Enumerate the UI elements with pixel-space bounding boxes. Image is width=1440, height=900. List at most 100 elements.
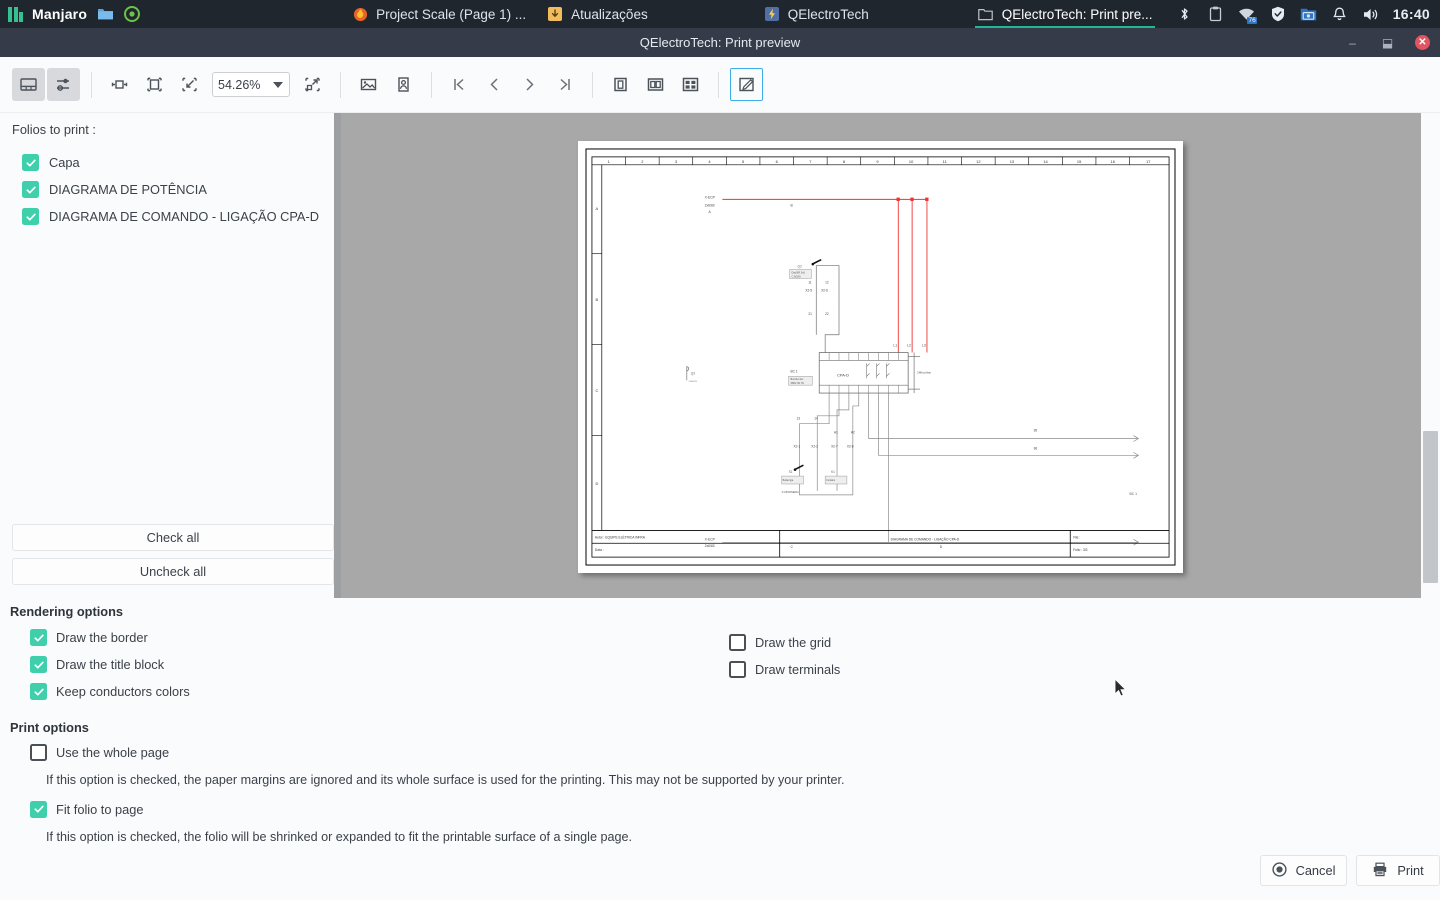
- taskbar-clock: 16:40: [1393, 6, 1430, 22]
- page-setup-icon[interactable]: [12, 68, 45, 101]
- svg-text:X2-7: X2-7: [831, 444, 838, 448]
- toolbar-group-setup: [12, 68, 80, 101]
- last-page-icon[interactable]: [548, 68, 581, 101]
- zoom-level-combobox[interactable]: 54.26%: [212, 72, 290, 97]
- svg-text:D: D: [940, 545, 943, 549]
- draw-terminals-checkbox[interactable]: [729, 661, 746, 678]
- volume-icon[interactable]: [1362, 5, 1380, 23]
- folio-item-capa[interactable]: Capa: [12, 149, 329, 176]
- task-firefox[interactable]: Project Scale (Page 1) ...: [341, 0, 536, 28]
- os-taskbar: Manjaro Project Scale (Page 1) ... Atual…: [0, 0, 1440, 28]
- first-page-icon[interactable]: [443, 68, 476, 101]
- window-controls: – ⬓ ✕: [1345, 35, 1430, 50]
- preview-scrollbar-track[interactable]: [1421, 113, 1440, 598]
- folio-checkbox[interactable]: [22, 154, 39, 171]
- svg-text:13: 13: [797, 417, 801, 421]
- svg-text:Contator: Contator: [826, 479, 835, 482]
- landscape-icon[interactable]: [352, 68, 385, 101]
- svg-text:K1: K1: [831, 470, 835, 474]
- keep-conductors-colors-checkbox[interactable]: [30, 683, 47, 700]
- task-label: Atualizações: [571, 7, 648, 22]
- fit-folio-checkbox[interactable]: [30, 801, 47, 818]
- task-qelectrotech[interactable]: QElectroTech: [753, 0, 879, 28]
- folio-item-comando[interactable]: DIAGRAMA DE COMANDO - LIGAÇÃO CPA-D: [12, 203, 329, 230]
- folio-checkbox[interactable]: [22, 181, 39, 198]
- maximize-button[interactable]: ⬓: [1380, 35, 1395, 50]
- cancel-button[interactable]: Cancel: [1260, 855, 1347, 886]
- cancel-label: Cancel: [1296, 863, 1336, 878]
- chevron-down-icon: [273, 82, 283, 88]
- task-updates[interactable]: Atualizações: [536, 0, 658, 28]
- facing-pages-icon[interactable]: [639, 68, 672, 101]
- minimize-button[interactable]: –: [1345, 35, 1360, 50]
- svg-text:A: A: [709, 210, 712, 214]
- use-whole-page-checkbox[interactable]: [30, 744, 47, 761]
- svg-text:C 6/10A: C 6/10A: [792, 274, 802, 278]
- shield-icon[interactable]: [1269, 5, 1287, 23]
- files-icon[interactable]: [96, 5, 114, 23]
- clipboard-icon[interactable]: [1207, 5, 1225, 23]
- folios-panel-scrollbar[interactable]: [334, 113, 341, 598]
- qet-icon: [763, 5, 781, 23]
- bell-icon[interactable]: [1331, 5, 1349, 23]
- next-page-icon[interactable]: [513, 68, 546, 101]
- folio-item-potencia[interactable]: DIAGRAMA DE POTÊNCIA: [12, 176, 329, 203]
- single-page-icon[interactable]: [604, 68, 637, 101]
- toolbar-separator: [718, 72, 719, 98]
- option-draw-terminals[interactable]: Draw terminals: [699, 656, 840, 683]
- svg-text:C: C: [595, 388, 598, 393]
- uncheck-all-button[interactable]: Uncheck all: [12, 558, 334, 585]
- title-block-date: Data :: [595, 548, 604, 552]
- svg-text:D: D: [595, 481, 598, 486]
- svg-text:2x6/60: 2x6/60: [705, 203, 715, 207]
- svg-text:B: B: [791, 203, 794, 207]
- option-label: Fit folio to page: [56, 802, 144, 817]
- option-fit-folio-to-page[interactable]: Fit folio to page: [0, 796, 1440, 823]
- svg-text:11: 11: [808, 280, 812, 284]
- screenshot-icon[interactable]: [1300, 5, 1318, 23]
- print-button[interactable]: Print: [1356, 855, 1440, 886]
- bluetooth-icon[interactable]: [1176, 5, 1194, 23]
- folios-panel: Folios to print : Capa DIAGRAMA DE POTÊN…: [0, 113, 341, 598]
- svg-text:CPA-D: CPA-D: [837, 372, 849, 377]
- draw-title-block-checkbox[interactable]: [30, 656, 47, 673]
- task-label: QElectroTech: [788, 7, 869, 22]
- portrait-icon[interactable]: [387, 68, 420, 101]
- schematic-drawing: 123 456 789 101112 131415 1617 ABCD: [584, 147, 1177, 567]
- svg-text:6: 6: [776, 159, 779, 164]
- draw-grid-checkbox[interactable]: [729, 634, 746, 651]
- toolbar-separator: [592, 72, 593, 98]
- svg-text:S1: S1: [789, 470, 793, 474]
- svg-text:C: C: [791, 545, 794, 549]
- draw-border-checkbox[interactable]: [30, 629, 47, 646]
- option-draw-grid[interactable]: Draw the grid: [699, 629, 831, 656]
- taskbar-tasks: Project Scale (Page 1) ... Atualizações …: [341, 0, 1176, 28]
- previous-page-icon[interactable]: [478, 68, 511, 101]
- zoom-out-icon[interactable]: [173, 68, 206, 101]
- folio-checkbox[interactable]: [22, 208, 39, 225]
- target-icon[interactable]: [123, 5, 141, 23]
- task-print-preview[interactable]: QElectroTech: Print pre...: [967, 0, 1163, 28]
- title-block-file: File :: [1073, 535, 1080, 539]
- print-preview-area: 123 456 789 101112 131415 1617 ABCD: [341, 113, 1440, 598]
- preview-scrollbar-thumb[interactable]: [1423, 431, 1438, 583]
- fit-width-icon[interactable]: [103, 68, 136, 101]
- close-button[interactable]: ✕: [1415, 35, 1430, 50]
- svg-text:17: 17: [1146, 159, 1150, 164]
- page-setup-edit-icon[interactable]: [730, 68, 763, 101]
- option-use-whole-page[interactable]: Use the whole page: [0, 739, 1440, 766]
- print-preview-toolbar: 54.26%: [0, 57, 1440, 113]
- svg-text:Bomba 3cv: Bomba 3cv: [791, 377, 804, 381]
- svg-text:10: 10: [909, 159, 914, 164]
- svg-text:95: 95: [1034, 429, 1038, 433]
- task-label: Project Scale (Page 1) ...: [376, 7, 526, 22]
- update-icon: [546, 5, 564, 23]
- option-label: Draw the border: [56, 630, 148, 645]
- zoom-in-icon[interactable]: [296, 68, 329, 101]
- all-pages-icon[interactable]: [674, 68, 707, 101]
- check-all-button[interactable]: Check all: [12, 524, 334, 551]
- fit-page-icon[interactable]: [138, 68, 171, 101]
- toolbar-separator: [431, 72, 432, 98]
- wifi-icon[interactable]: 76: [1238, 5, 1256, 23]
- print-settings-icon[interactable]: [47, 68, 80, 101]
